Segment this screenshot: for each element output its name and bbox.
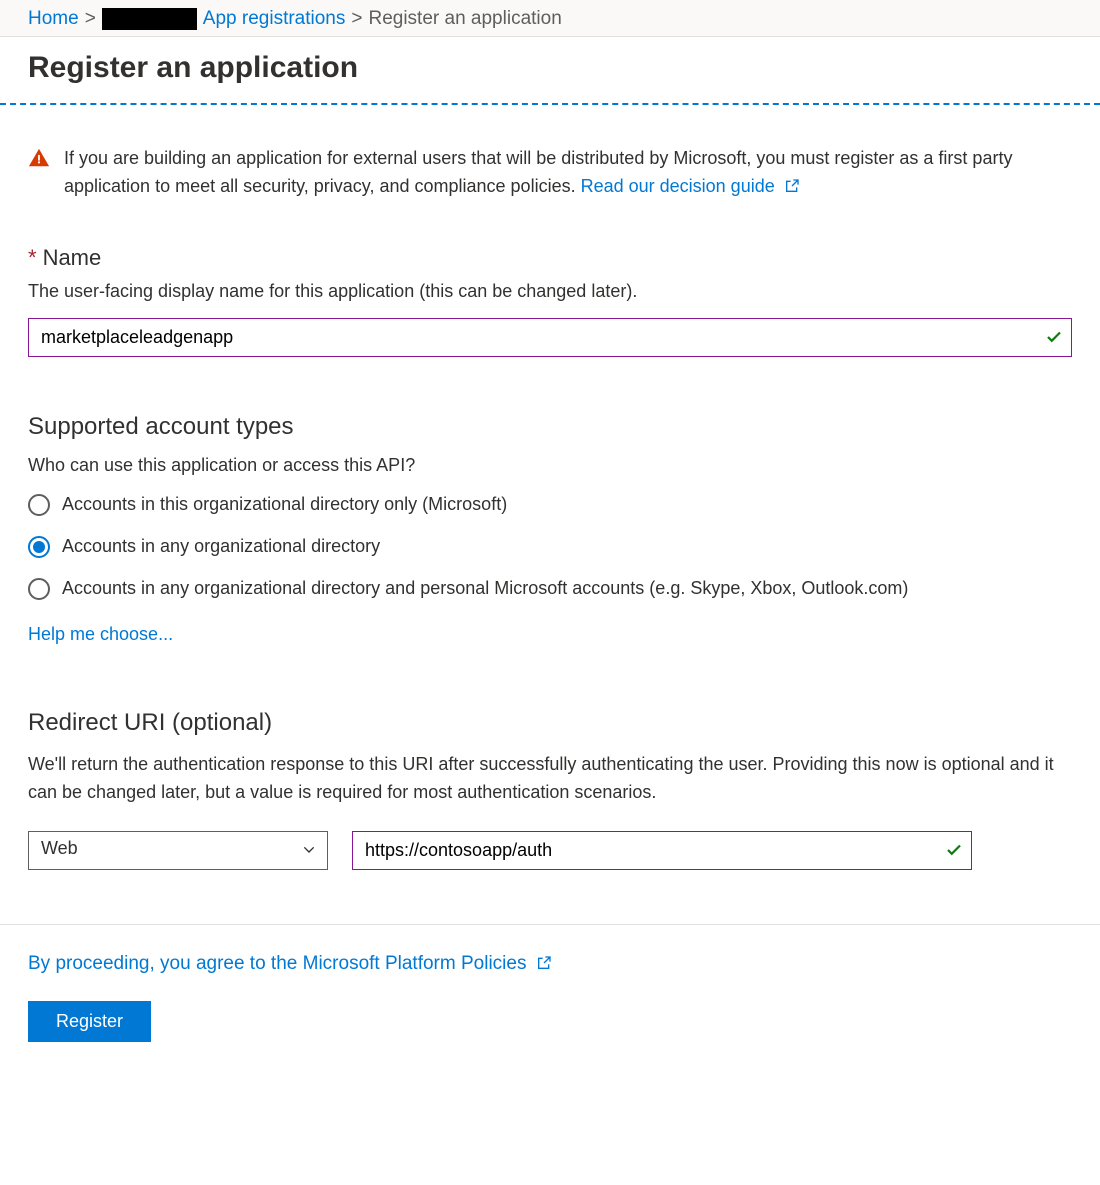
help-me-choose-link[interactable]: Help me choose...	[28, 624, 173, 645]
info-banner: If you are building an application for e…	[28, 145, 1072, 201]
account-type-option-2[interactable]: Accounts in any organizational directory…	[28, 578, 1072, 600]
account-type-option-0[interactable]: Accounts in this organizational director…	[28, 494, 1072, 516]
breadcrumb-home[interactable]: Home	[28, 8, 79, 30]
platform-select[interactable]: Web	[28, 831, 328, 870]
required-asterisk: *	[28, 245, 37, 270]
platform-select-value: Web	[29, 832, 327, 865]
breadcrumb-redacted	[102, 8, 197, 30]
radio-label: Accounts in any organizational directory	[62, 536, 380, 557]
radio-label: Accounts in this organizational director…	[62, 494, 507, 515]
breadcrumb-app-registrations[interactable]: App registrations	[203, 8, 346, 30]
breadcrumb-current: Register an application	[368, 8, 561, 30]
name-description: The user-facing display name for this ap…	[28, 281, 1072, 302]
register-button[interactable]: Register	[28, 1001, 151, 1042]
radio-icon	[28, 494, 50, 516]
warning-triangle-icon	[28, 147, 50, 201]
name-input[interactable]	[29, 319, 1071, 356]
chevron-down-icon	[301, 842, 317, 858]
account-type-option-1[interactable]: Accounts in any organizational directory	[28, 536, 1072, 558]
decision-guide-link[interactable]: Read our decision guide	[581, 176, 800, 196]
redirect-uri-input-wrap	[352, 831, 972, 870]
external-link-icon	[536, 955, 552, 971]
account-types-title: Supported account types	[28, 413, 1072, 441]
radio-label: Accounts in any organizational directory…	[62, 578, 908, 599]
name-input-wrap	[28, 318, 1072, 357]
platform-policies-link[interactable]: By proceeding, you agree to the Microsof…	[28, 953, 552, 974]
redirect-uri-input[interactable]	[353, 832, 971, 869]
name-label: *Name	[28, 245, 1072, 271]
account-types-radio-group: Accounts in this organizational director…	[28, 494, 1072, 600]
radio-icon	[28, 578, 50, 600]
checkmark-icon	[945, 841, 963, 859]
breadcrumb-separator: >	[351, 8, 362, 30]
footer: By proceeding, you agree to the Microsof…	[0, 924, 1100, 1070]
account-types-description: Who can use this application or access t…	[28, 455, 1072, 476]
breadcrumb: Home > App registrations > Register an a…	[0, 0, 1100, 37]
breadcrumb-separator: >	[85, 8, 96, 30]
radio-icon	[28, 536, 50, 558]
redirect-uri-title: Redirect URI (optional)	[28, 709, 1072, 737]
page-title: Register an application	[0, 37, 1100, 103]
redirect-uri-description: We'll return the authentication response…	[28, 751, 1072, 807]
info-banner-text: If you are building an application for e…	[64, 148, 1012, 196]
checkmark-icon	[1045, 328, 1063, 346]
external-link-icon	[784, 178, 800, 194]
